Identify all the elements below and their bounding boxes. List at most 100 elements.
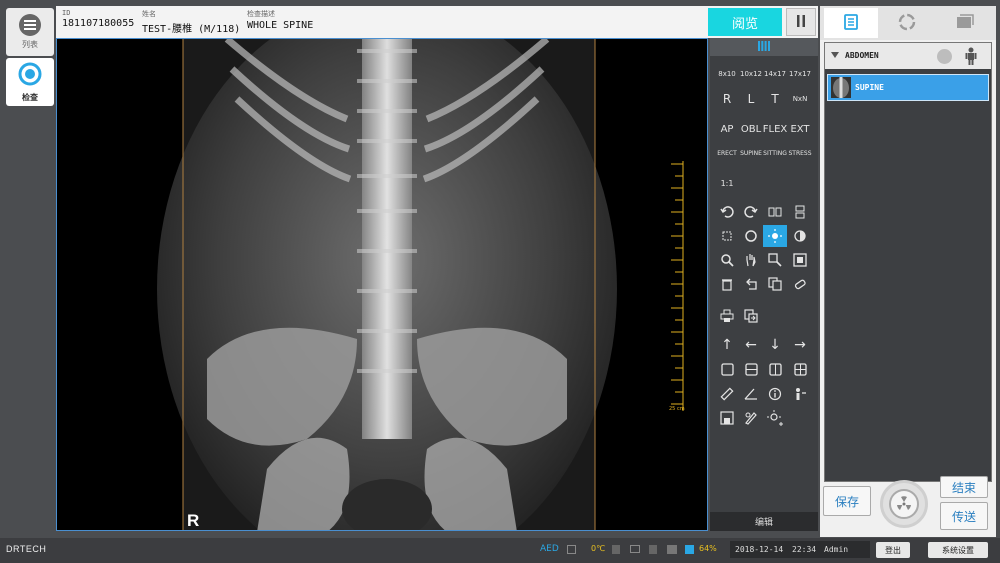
monitor-status-icon xyxy=(630,545,640,553)
arrow-up-icon[interactable]: ↑ xyxy=(715,334,739,356)
side-marker: R xyxy=(187,511,200,530)
size-17x17-button[interactable]: 17x17 xyxy=(788,63,812,85)
finish-button[interactable]: 结束 xyxy=(940,476,988,498)
patient-id-label: ID xyxy=(62,9,71,17)
measure-row xyxy=(710,383,818,407)
tools-pencil-icon[interactable] xyxy=(739,407,763,429)
patient-name-value: TEST-腰椎 (M/118) xyxy=(142,24,241,35)
angle-icon[interactable] xyxy=(739,383,763,405)
send-button[interactable]: 传送 xyxy=(940,502,988,530)
detector-status-icon xyxy=(649,545,657,554)
tab-images[interactable] xyxy=(938,8,992,38)
layout-quad-icon[interactable] xyxy=(788,358,812,380)
protocol-item-row[interactable]: SUPINE xyxy=(827,74,989,101)
brightness-icon[interactable] xyxy=(763,225,787,247)
flip-vertical-icon[interactable] xyxy=(788,201,812,223)
patient-name-label: 姓名 xyxy=(142,10,156,18)
position-erect-button[interactable]: ERECT xyxy=(715,142,739,164)
size-14x17-button[interactable]: 14x17 xyxy=(763,63,787,85)
ruler-icon[interactable] xyxy=(715,383,739,405)
patient-id-value: 181107180055 xyxy=(62,18,135,29)
date-value: 2018-12-14 xyxy=(735,545,784,554)
save-button[interactable]: 保存 xyxy=(823,486,871,516)
browse-label: 阅览 xyxy=(731,16,758,32)
marker-t-button[interactable]: T xyxy=(763,88,787,110)
print-icon[interactable] xyxy=(715,305,739,327)
battery-value: 64% xyxy=(699,544,717,553)
patient-header: ID 181107180055 姓名 TEST-腰椎 (M/118) 检查描述 … xyxy=(56,6,818,38)
pause-button[interactable] xyxy=(786,8,816,36)
magnify-area-icon[interactable] xyxy=(763,249,787,271)
adjust-row xyxy=(710,225,818,249)
list-button[interactable]: 列表 xyxy=(6,8,54,56)
protocol-panel: ABDOMEN SUPINE 保存 结束 传送 xyxy=(820,6,996,537)
eraser-icon[interactable] xyxy=(788,273,812,295)
logout-button[interactable]: 登出 xyxy=(876,542,910,558)
protocol-group-label: ABDOMEN xyxy=(845,51,879,60)
expose-button[interactable] xyxy=(880,480,928,528)
temperature-value: 0℃ xyxy=(591,544,606,553)
arrow-row: ↑ ← ↓ → xyxy=(710,334,818,358)
aed-indicator: AED xyxy=(540,544,559,554)
trash-icon[interactable] xyxy=(715,273,739,295)
marker-nxn-button[interactable]: NxN xyxy=(788,88,812,110)
layout-split-horizontal-icon[interactable] xyxy=(739,358,763,380)
grid-toggle[interactable] xyxy=(710,38,818,56)
view-ap-button[interactable]: AP xyxy=(715,118,739,140)
annotate-person-icon[interactable] xyxy=(788,383,812,405)
rotate-left-icon[interactable] xyxy=(715,201,739,223)
view-ext-button[interactable]: EXT xyxy=(788,118,812,140)
save-image-icon[interactable] xyxy=(715,407,739,429)
arrow-right-icon[interactable]: → xyxy=(788,334,812,356)
battery-icon xyxy=(685,545,694,554)
images-icon xyxy=(956,13,974,33)
layout-row xyxy=(710,358,818,382)
edit-row xyxy=(710,273,818,297)
browse-button[interactable]: 阅览 xyxy=(708,8,782,36)
protocol-list: ABDOMEN SUPINE xyxy=(824,42,992,482)
ratio-1-1-button[interactable]: 1:1 xyxy=(715,172,739,194)
crop-icon[interactable] xyxy=(715,225,739,247)
group-option-icon[interactable] xyxy=(937,49,952,64)
arrow-left-icon[interactable]: ← xyxy=(739,334,763,356)
view-flex-button[interactable]: FLEX xyxy=(763,118,788,140)
arrow-down-icon[interactable]: ↓ xyxy=(763,334,787,356)
marker-r-button[interactable]: R xyxy=(715,88,739,110)
undo-icon[interactable] xyxy=(739,273,763,295)
info-icon[interactable] xyxy=(763,383,787,405)
layout-single-icon[interactable] xyxy=(715,358,739,380)
edit-tab[interactable]: 编辑 xyxy=(710,512,818,531)
protocol-group-header[interactable]: ABDOMEN xyxy=(825,43,991,69)
export-icon[interactable] xyxy=(739,305,763,327)
tab-document[interactable] xyxy=(824,8,878,38)
contrast-icon[interactable] xyxy=(788,225,812,247)
position-sitting-button[interactable]: SITTING xyxy=(763,142,787,164)
marker-l-button[interactable]: L xyxy=(739,88,763,110)
settings-label: 系统设置 xyxy=(942,545,974,555)
size-row: 8x10 10x12 14x17 17x17 xyxy=(710,63,818,87)
size-10x12-button[interactable]: 10x12 xyxy=(739,63,763,85)
copy-icon[interactable] xyxy=(763,273,787,295)
ratio-row: 1:1 xyxy=(710,172,818,196)
brightness-plus-icon[interactable] xyxy=(763,407,787,429)
fit-screen-icon[interactable] xyxy=(788,249,812,271)
position-stress-button[interactable]: STRESS xyxy=(788,142,812,164)
brand-logo: DRTECH xyxy=(6,544,47,554)
zoom-icon[interactable] xyxy=(715,249,739,271)
pan-hand-icon[interactable] xyxy=(739,249,763,271)
protocol-item-label: SUPINE xyxy=(855,83,884,92)
output-row xyxy=(710,305,818,329)
view-obl-button[interactable]: OBL xyxy=(739,118,763,140)
circle-select-icon[interactable] xyxy=(739,225,763,247)
position-supine-button[interactable]: SUPINE xyxy=(739,142,763,164)
size-8x10-button[interactable]: 8x10 xyxy=(715,63,739,85)
tab-detector[interactable] xyxy=(880,8,934,38)
time-value: 22:34 xyxy=(792,545,817,554)
layout-split-vertical-icon[interactable] xyxy=(763,358,787,380)
exam-button[interactable]: 检查 xyxy=(6,58,54,106)
settings-button[interactable]: 系统设置 xyxy=(928,542,988,558)
xray-viewer[interactable]: 25 cm R xyxy=(56,38,708,531)
rotate-right-icon[interactable] xyxy=(739,201,763,223)
protocol-thumbnail xyxy=(831,77,851,98)
flip-horizontal-icon[interactable] xyxy=(763,201,787,223)
